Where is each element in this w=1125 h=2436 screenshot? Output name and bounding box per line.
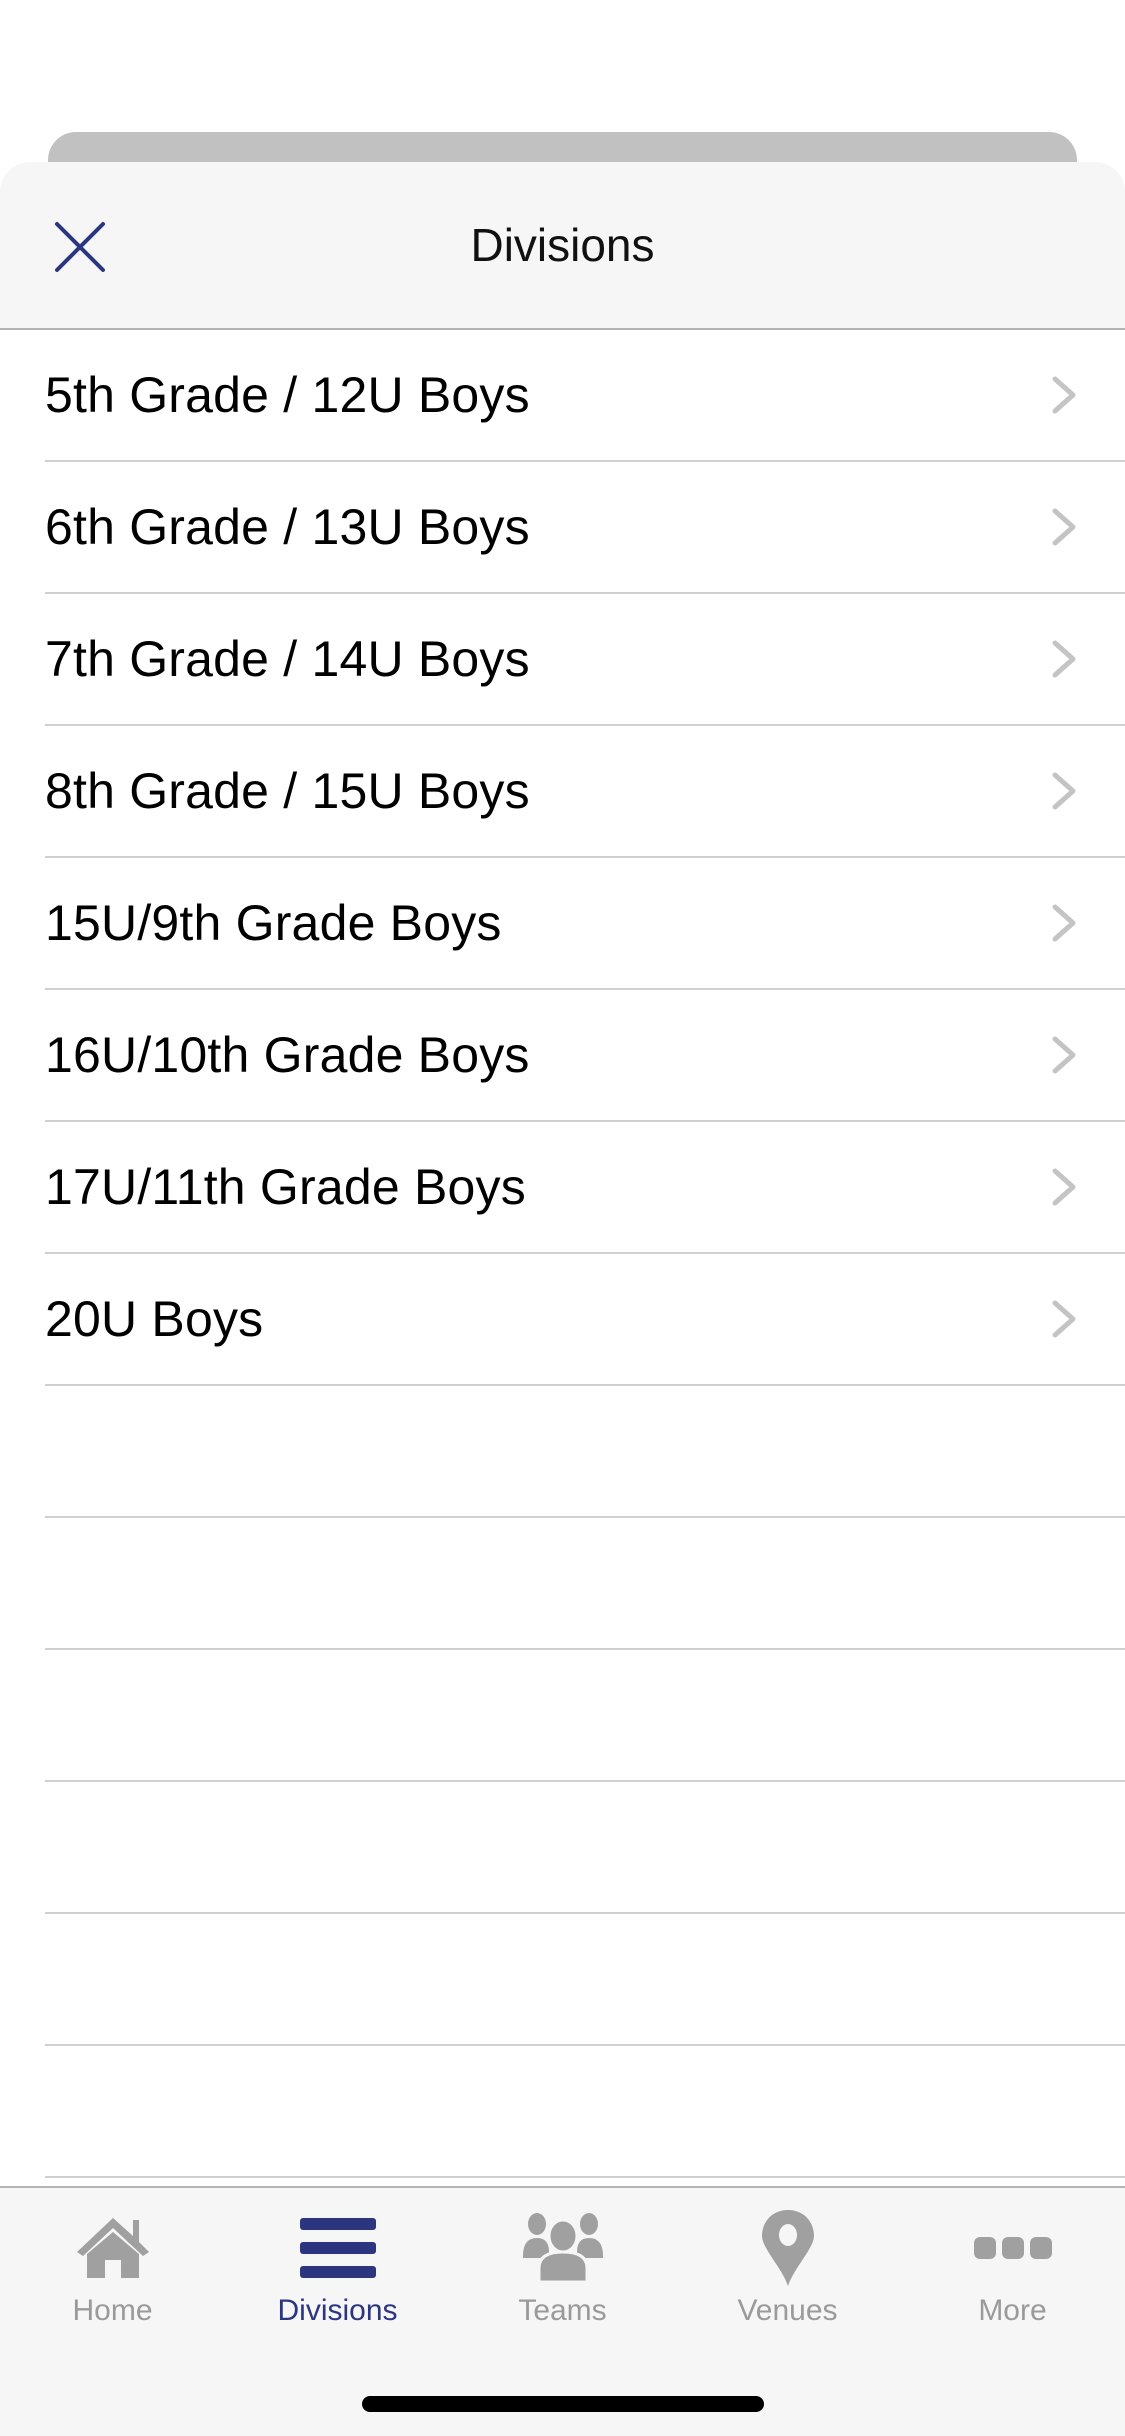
empty-row xyxy=(45,1782,1125,1914)
tab-venues[interactable]: Venues xyxy=(675,2188,900,2378)
chevron-right-icon xyxy=(1052,772,1076,810)
division-label: 8th Grade / 15U Boys xyxy=(45,763,530,819)
empty-row xyxy=(45,1914,1125,2046)
division-label: 6th Grade / 13U Boys xyxy=(45,499,530,555)
division-label: 7th Grade / 14U Boys xyxy=(45,631,530,687)
empty-row xyxy=(45,1386,1125,1518)
sheet-title: Divisions xyxy=(470,219,655,271)
empty-row xyxy=(45,2046,1125,2178)
chevron-right-icon xyxy=(1052,1036,1076,1074)
division-row[interactable]: 20U Boys xyxy=(45,1254,1125,1386)
divisions-list: 5th Grade / 12U Boys 6th Grade / 13U Boy… xyxy=(0,330,1125,2178)
division-label: 5th Grade / 12U Boys xyxy=(45,367,530,423)
division-row[interactable]: 5th Grade / 12U Boys xyxy=(45,330,1125,462)
division-label: 20U Boys xyxy=(45,1291,264,1347)
division-label: 15U/9th Grade Boys xyxy=(45,895,502,951)
tab-label: More xyxy=(978,2294,1047,2327)
division-label: 16U/10th Grade Boys xyxy=(45,1027,530,1083)
tab-more[interactable]: More xyxy=(900,2188,1125,2378)
divisions-sheet: Divisions 5th Grade / 12U Boys 6th Grade… xyxy=(0,162,1125,2436)
home-icon xyxy=(76,2218,149,2278)
division-row[interactable]: 17U/11th Grade Boys xyxy=(45,1122,1125,1254)
team-icon xyxy=(522,2213,603,2284)
chevron-right-icon xyxy=(1052,640,1076,678)
tab-label: Venues xyxy=(737,2294,838,2327)
division-row[interactable]: 16U/10th Grade Boys xyxy=(45,990,1125,1122)
tab-label: Home xyxy=(72,2294,153,2327)
division-row[interactable]: 15U/9th Grade Boys xyxy=(45,858,1125,990)
chevron-right-icon xyxy=(1052,508,1076,546)
chevron-right-icon xyxy=(1052,1168,1076,1206)
empty-row xyxy=(45,1518,1125,1650)
screen: Divisions 5th Grade / 12U Boys 6th Grade… xyxy=(0,0,1125,2436)
division-row[interactable]: 8th Grade / 15U Boys xyxy=(45,726,1125,858)
chevron-right-icon xyxy=(1052,1300,1076,1338)
empty-row xyxy=(45,1650,1125,1782)
division-label: 17U/11th Grade Boys xyxy=(45,1159,526,1215)
more-icon xyxy=(973,2237,1052,2259)
tab-teams[interactable]: Teams xyxy=(450,2188,675,2378)
tab-divisions[interactable]: Divisions xyxy=(225,2188,450,2378)
tab-home[interactable]: Home xyxy=(0,2188,225,2378)
division-row[interactable]: 6th Grade / 13U Boys xyxy=(45,462,1125,594)
sheet-header: Divisions xyxy=(0,162,1125,330)
tab-label: Teams xyxy=(518,2294,607,2327)
chevron-right-icon xyxy=(1052,376,1076,414)
map-pin-icon xyxy=(761,2210,814,2286)
division-row[interactable]: 7th Grade / 14U Boys xyxy=(45,594,1125,726)
chevron-right-icon xyxy=(1052,904,1076,942)
tab-label: Divisions xyxy=(277,2294,398,2327)
menu-icon xyxy=(299,2218,376,2278)
home-indicator[interactable] xyxy=(362,2396,764,2412)
